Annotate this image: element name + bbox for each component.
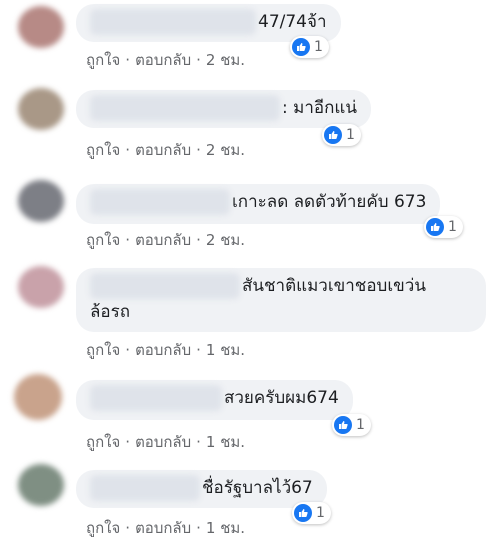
comment-actions: ถูกใจ · ตอบกลับ · 2 ชม. [86, 51, 246, 69]
avatar[interactable] [18, 6, 64, 48]
comment-4: สันชาติแมวเขาชอบเขว่น ล้อรถ ถูกใจ · ตอบกลั… [0, 262, 504, 366]
like-link[interactable]: ถูกใจ [86, 341, 120, 359]
author-name[interactable] [90, 9, 256, 35]
reaction-count[interactable]: 1 [424, 216, 463, 238]
like-icon [426, 218, 444, 236]
comment-bubble: : มาอีกแน่ [76, 90, 371, 128]
reply-link[interactable]: ตอบกลับ [135, 231, 191, 249]
comment-1: 47/74จ้า 1 ถูกใจ · ตอบกลับ · 2 ชม. [0, 0, 504, 70]
reply-link[interactable]: ตอบกลับ [135, 433, 191, 451]
comment-bubble: สันชาติแมวเขาชอบเขว่น ล้อรถ [76, 268, 486, 332]
comment-text: : มาอีกแน่ [282, 98, 357, 118]
comment-3: เกาะลด ลดตัวท้ายคับ 673 1 ถูกใจ · ตอบกลับ ·… [0, 174, 504, 254]
comment-actions: ถูกใจ · ตอบกลับ · 2 ชม. [86, 231, 246, 249]
like-icon [294, 504, 312, 522]
reaction-number: 1 [448, 219, 457, 235]
timestamp[interactable]: 2 ชม. [206, 141, 245, 159]
reaction-number: 1 [316, 505, 325, 521]
comment-actions: ถูกใจ · ตอบกลับ · 1 ชม. [86, 519, 246, 537]
like-icon [324, 126, 342, 144]
like-link[interactable]: ถูกใจ [86, 51, 120, 69]
like-link[interactable]: ถูกใจ [86, 519, 120, 537]
reaction-count[interactable]: 1 [292, 502, 331, 524]
author-name[interactable] [90, 273, 240, 299]
comment-bubble: ชื่อรัฐบาลไว้67 [76, 470, 327, 508]
author-name[interactable] [90, 95, 280, 121]
comment-bubble: สวยครับผม674 [76, 380, 353, 420]
timestamp[interactable]: 2 ชม. [206, 51, 245, 69]
like-link[interactable]: ถูกใจ [86, 231, 120, 249]
comment-bubble: เกาะลด ลดตัวท้ายคับ 673 [76, 184, 441, 224]
timestamp[interactable]: 1 ชม. [206, 433, 245, 451]
author-name[interactable] [90, 189, 230, 215]
reaction-number: 1 [356, 417, 365, 433]
comment-6: ชื่อรัฐบาลไว้67 1 ถูกใจ · ตอบกลับ · 1 ชม. [0, 456, 504, 554]
reaction-count[interactable]: 1 [322, 124, 361, 146]
like-link[interactable]: ถูกใจ [86, 141, 120, 159]
reply-link[interactable]: ตอบกลับ [135, 141, 191, 159]
comment-actions: ถูกใจ · ตอบกลับ · 1 ชม. [86, 433, 246, 451]
comment-actions: ถูกใจ · ตอบกลับ · 2 ชม. [86, 141, 246, 159]
avatar[interactable] [14, 374, 62, 420]
timestamp[interactable]: 1 ชม. [206, 341, 245, 359]
reply-link[interactable]: ตอบกลับ [135, 519, 191, 537]
reaction-count[interactable]: 1 [332, 414, 371, 436]
like-icon [334, 416, 352, 434]
comment-text-line1: สันชาติแมวเขาชอบเขว่น [242, 276, 426, 296]
reaction-number: 1 [314, 39, 323, 55]
avatar[interactable] [18, 464, 64, 506]
timestamp[interactable]: 2 ชม. [206, 231, 245, 249]
author-name[interactable] [90, 385, 222, 411]
comment-5: สวยครับผม674 1 ถูกใจ · ตอบกลับ · 1 ชม. [0, 368, 504, 452]
avatar[interactable] [18, 88, 64, 130]
reaction-count[interactable]: 1 [290, 36, 329, 58]
timestamp[interactable]: 1 ชม. [206, 519, 245, 537]
author-name[interactable] [90, 475, 200, 501]
comment-text: เกาะลด ลดตัวท้ายคับ 673 [232, 192, 427, 212]
comment-2: : มาอีกแน่ 1 ถูกใจ · ตอบกลับ · 2 ชม. [0, 82, 504, 162]
reaction-number: 1 [346, 127, 355, 143]
avatar[interactable] [18, 180, 64, 222]
reply-link[interactable]: ตอบกลับ [135, 51, 191, 69]
comment-text-line2: ล้อรถ [90, 302, 131, 322]
avatar[interactable] [18, 266, 64, 308]
comment-text: 47/74จ้า [258, 12, 327, 32]
reply-link[interactable]: ตอบกลับ [135, 341, 191, 359]
like-icon [292, 38, 310, 56]
like-link[interactable]: ถูกใจ [86, 433, 120, 451]
comment-text: สวยครับผม674 [224, 388, 339, 408]
comment-actions: ถูกใจ · ตอบกลับ · 1 ชม. [86, 341, 246, 359]
comment-text: ชื่อรัฐบาลไว้67 [202, 478, 313, 498]
